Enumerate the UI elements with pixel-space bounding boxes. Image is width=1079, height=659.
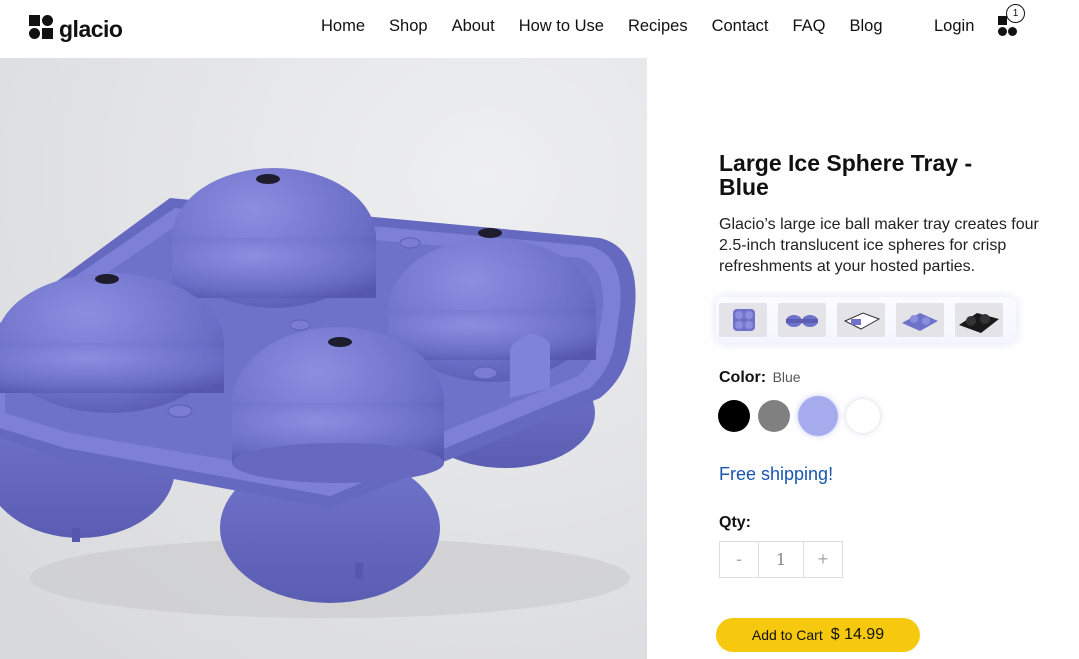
site-header: glacio Home Shop About How to Use Recipe… [0,0,1079,58]
add-to-cart-label: Add to Cart [751,627,823,643]
cart-count-badge: 1 [1006,4,1025,23]
product-description: Glacio’s large ice ball maker tray creat… [719,216,1039,275]
product-price: $ 14.99 [830,626,885,643]
nav-how-to-use[interactable]: How to Use [519,17,604,36]
swatch-black[interactable] [718,400,750,432]
free-shipping-notice: Free shipping! [719,464,834,484]
nav-recipes[interactable]: Recipes [628,17,688,36]
thumbnail-4[interactable] [896,303,944,337]
thumbnail-strip [716,297,1016,343]
swatch-grey[interactable] [758,400,790,432]
qty-decrease-button[interactable]: - [720,542,758,577]
thumbnail-5[interactable] [955,303,1003,337]
color-selector-label: Color: Blue [719,369,801,386]
thumbnail-1[interactable] [719,303,767,337]
swatch-white[interactable] [846,399,880,433]
swatch-blue[interactable] [798,396,838,436]
qty-value[interactable]: 1 [758,542,804,577]
nav-contact[interactable]: Contact [712,17,769,36]
nav-shop[interactable]: Shop [389,17,428,36]
add-to-cart-button[interactable]: Add to Cart $ 14.99 [716,618,920,652]
logo-icon [29,14,53,39]
nav-blog[interactable]: Blog [849,17,882,36]
brand-logo[interactable]: glacio [29,10,123,43]
qty-increase-button[interactable]: + [804,542,842,577]
nav-home[interactable]: Home [321,17,365,36]
color-swatches [718,396,888,436]
product-title: Large Ice Sphere Tray - Blue [719,150,973,200]
product-main-image [0,58,647,659]
main-nav: Home Shop About How to Use Recipes Conta… [321,17,907,36]
quantity-stepper: - 1 + [719,541,843,578]
selected-color: Blue [772,369,801,385]
nav-faq[interactable]: FAQ [792,17,825,36]
thumbnail-3[interactable] [837,303,885,337]
thumbnail-2[interactable] [778,303,826,337]
brand-name: glacio [59,16,123,42]
nav-about[interactable]: About [452,17,495,36]
login-link[interactable]: Login [934,17,974,36]
cart-button[interactable]: 1 [996,4,1025,38]
qty-label: Qty: [719,514,751,531]
cart-icon [998,16,1007,25]
